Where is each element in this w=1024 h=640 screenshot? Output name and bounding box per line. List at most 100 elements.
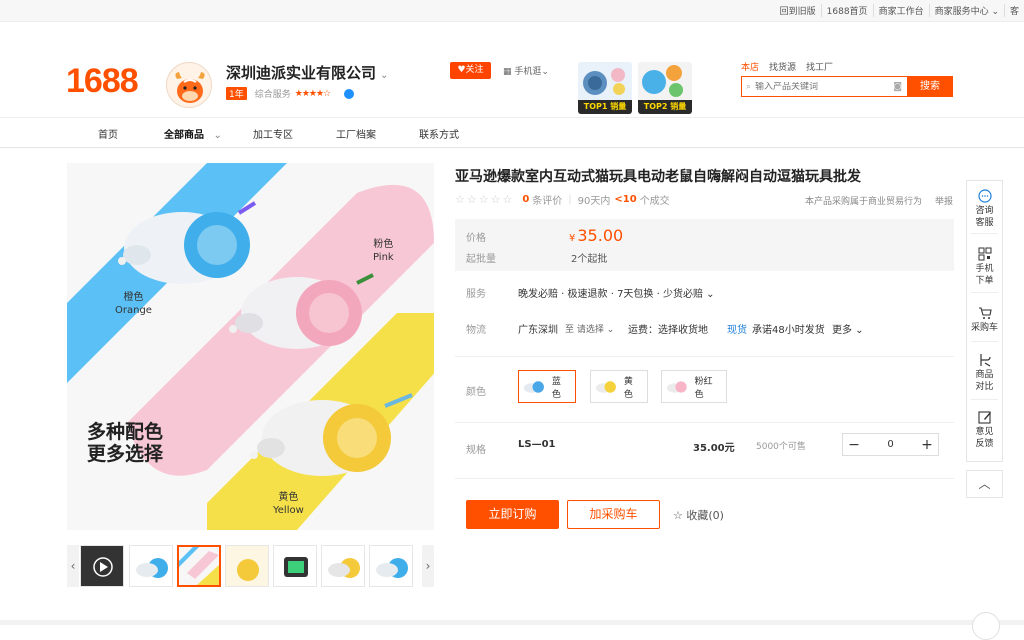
service-guarantees[interactable]: 晚发必赔 · 极速退款 · 7天包换 · 少货必赔 ⌄ [518,285,715,300]
ship-promise: 承诺48小时发货 [752,325,825,336]
spec-stock: 5000个可售 [756,442,806,452]
back-to-top-button[interactable]: ︿ [966,470,1003,498]
divider: | [568,194,572,205]
nav-home[interactable]: 首页 [98,126,118,141]
price-currency: ¥ [569,233,576,244]
search-input[interactable] [755,81,876,92]
shop-avatar[interactable] [166,62,212,108]
chevron-down-icon[interactable]: ⌄ [380,70,388,81]
sidebar-feedback[interactable]: 意见 反馈 [967,410,1002,450]
top-link-old-version[interactable]: 回到旧版 [775,4,822,17]
moq-label: 起批量 [466,254,496,265]
price-label: 价格 [466,233,486,244]
favorite-button[interactable]: ☆ 收藏(0) [673,507,724,523]
sidebar-compare-label: 商品 对比 [975,370,994,392]
compare-icon [979,354,991,367]
spec-name: LS—01 [518,439,556,450]
nav-contact[interactable]: 联系方式 [419,126,459,141]
spec-price: 35.00元 [693,443,735,454]
thumbnail-video[interactable] [80,545,124,587]
price-amount: 35.00 [577,226,624,245]
main-product-image[interactable]: 橙色 Orange 粉色 Pink 黄色 Yellow 多种配色 更多选择 [67,163,434,530]
mobile-browse-link[interactable]: ▦ 手机逛⌄ [503,64,549,77]
sidebar-consult-label: 咨询 客服 [975,206,994,228]
sidebar-cart[interactable]: 采购车 [967,306,1002,334]
verified-icon[interactable] [344,88,355,99]
thumbnail-4-image [226,546,268,586]
sidebar-mobile-order[interactable]: 手机 下单 [967,247,1002,287]
top-product-1[interactable]: TOP1 销量 [578,62,632,114]
search-scope-tabs: 本店 找货源 找工厂 [741,60,843,73]
search-tab-source[interactable]: 找货源 [769,60,796,73]
color-swatch-yellow [595,380,616,393]
price-box: 价格 ¥35.00 起批量 2个起批 [455,219,954,271]
logistics-row-label: 物流 [466,325,486,336]
sidebar-compare[interactable]: 商品 对比 [967,353,1002,393]
product-hero-illustration [67,163,434,530]
thumbnail-7[interactable] [369,545,413,587]
bull-mascot-icon [167,63,211,107]
slogan-line-1: 多种配色 [87,421,164,443]
thumbnail-3-active[interactable] [177,545,221,587]
follow-button[interactable]: ♥关注 [450,62,491,79]
quantity-decrease-button[interactable]: − [843,435,865,455]
thumbnail-4[interactable] [225,545,269,587]
spec-row-label: 规格 [466,445,486,456]
search-tab-factory[interactable]: 找工厂 [806,60,833,73]
search-button[interactable]: 搜索 [907,76,953,97]
nav-processing[interactable]: 加工专区 [253,126,293,141]
thumbnail-5[interactable] [273,545,317,587]
nav-factory-profile[interactable]: 工厂档案 [336,126,376,141]
qrcode-icon: ▦ [503,67,512,77]
color-option-pink[interactable]: 粉红色 [661,370,727,403]
buy-now-button[interactable]: 立即订购 [466,500,559,529]
sidebar-consult[interactable]: 咨询 客服 [967,189,1002,229]
label-yellow-en: Yellow [273,505,304,516]
year-badge: 1年 [226,87,247,100]
thumbnail-5-image [284,557,308,577]
logistics-destination-select[interactable]: 至 请选择 ⌄ [565,322,614,335]
camera-icon[interactable]: ◙ [893,82,902,92]
stock-tag: 现货 [727,325,747,336]
product-title: 亚马逊爆款室内互动式猫玩具电动老鼠自嗨解闷自动逗猫玩具批发 [455,169,861,185]
shipping-fee[interactable]: 运费：选择收货地 [628,321,708,336]
sidebar-divider [971,233,998,234]
quantity-value[interactable]: 0 [865,439,916,450]
more-logistics[interactable]: 更多 ⌄ [832,321,864,336]
color-option-blue-label: 蓝色 [551,376,561,400]
sold-label: 个成交 [639,196,670,207]
top-product-2[interactable]: TOP2 销量 [638,62,692,114]
thumbnail-6[interactable] [321,545,365,587]
nav-all-products[interactable]: 全部商品 ⌄ [164,126,222,141]
search-box: ⌕ ◙ 搜索 [741,76,953,97]
report-link[interactable]: 举报 [935,194,953,207]
service-row-label: 服务 [466,289,486,300]
color-row-label: 颜色 [466,387,486,398]
chevron-left-icon[interactable]: ‹ [67,545,79,587]
thumbnail-2[interactable] [129,545,173,587]
chevron-up-icon: ︿ [978,477,991,491]
add-to-cart-button[interactable]: 加采购车 [567,500,660,529]
section-divider [455,422,954,423]
slogan: 多种配色 更多选择 [87,421,163,465]
slogan-line-2: 更多选择 [87,443,164,465]
quantity-increase-button[interactable]: + [916,435,938,455]
top-link-customer[interactable]: 客 [1005,4,1024,17]
site-logo[interactable]: 1688 [66,62,139,101]
floating-help-button[interactable] [972,612,1000,640]
color-option-blue[interactable]: 蓝色 [518,370,576,403]
label-orange: 橙色 Orange [115,291,152,317]
thumbnail-7-image [376,558,408,578]
label-pink: 粉色 Pink [373,238,394,264]
company-name[interactable]: 深圳迪派实业有限公司 ⌄ [226,62,388,83]
color-option-yellow[interactable]: 黄色 [590,370,648,403]
top-link-workbench[interactable]: 商家工作台 [874,4,930,17]
review-count[interactable]: 0 [522,194,529,205]
search-tab-store[interactable]: 本店 [741,60,759,73]
sidebar-divider [971,341,998,342]
label-pink-cn: 粉色 [373,239,394,250]
moq-value: 2个起批 [571,254,608,265]
top-link-service-center[interactable]: 商家服务中心 ⌄ [930,4,1005,17]
chevron-right-icon[interactable]: › [422,545,434,587]
top-link-home[interactable]: 1688首页 [822,4,874,17]
